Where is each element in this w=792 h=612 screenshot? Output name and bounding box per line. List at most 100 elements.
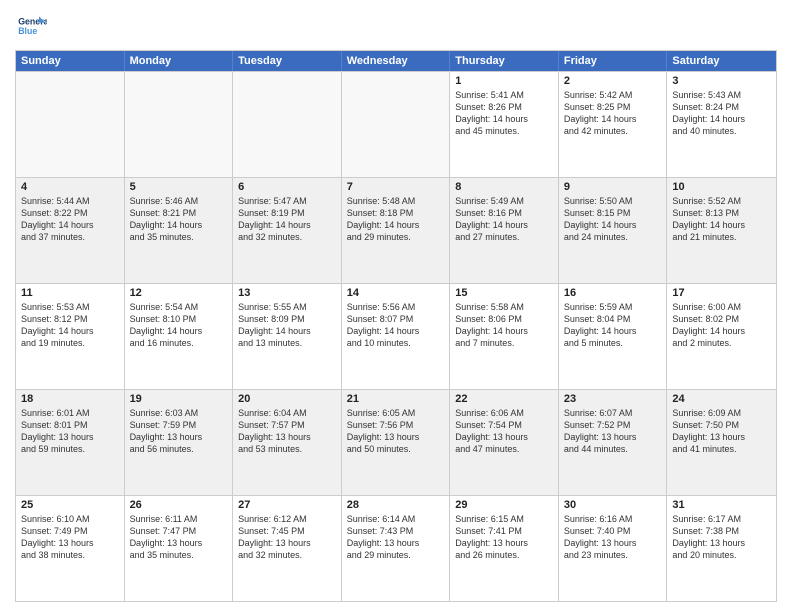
day-number: 17 — [672, 287, 771, 299]
cell-info: Sunrise: 5:48 AM Sunset: 8:18 PM Dayligh… — [347, 195, 445, 244]
day-number: 10 — [672, 181, 771, 193]
cell-info: Sunrise: 6:05 AM Sunset: 7:56 PM Dayligh… — [347, 407, 445, 456]
day-number: 20 — [238, 393, 336, 405]
day-number: 13 — [238, 287, 336, 299]
calendar-header-cell: Wednesday — [342, 51, 451, 71]
calendar-cell: 18 Sunrise: 6:01 AM Sunset: 8:01 PM Dayli… — [16, 390, 125, 495]
cell-info: Sunrise: 6:01 AM Sunset: 8:01 PM Dayligh… — [21, 407, 119, 456]
cell-info: Sunrise: 5:47 AM Sunset: 8:19 PM Dayligh… — [238, 195, 336, 244]
calendar-cell: 15 Sunrise: 5:58 AM Sunset: 8:06 PM Dayli… — [450, 284, 559, 389]
calendar-cell: 2 Sunrise: 5:42 AM Sunset: 8:25 PM Daylig… — [559, 72, 668, 177]
calendar-cell: 9Sunrise: 5:50 AM Sunset: 8:15 PM Daylig… — [559, 178, 668, 283]
day-number: 23 — [564, 393, 662, 405]
calendar-cell: 4Sunrise: 5:44 AM Sunset: 8:22 PM Daylig… — [16, 178, 125, 283]
day-number: 18 — [21, 393, 119, 405]
calendar-cell — [125, 72, 234, 177]
calendar-cell: 7 Sunrise: 5:48 AM Sunset: 8:18 PM Daylig… — [342, 178, 451, 283]
cell-info: Sunrise: 6:10 AM Sunset: 7:49 PM Dayligh… — [21, 513, 119, 562]
cell-info: Sunrise: 6:06 AM Sunset: 7:54 PM Dayligh… — [455, 407, 553, 456]
calendar-cell: 19Sunrise: 6:03 AM Sunset: 7:59 PM Dayli… — [125, 390, 234, 495]
calendar-cell: 11 Sunrise: 5:53 AM Sunset: 8:12 PM Dayli… — [16, 284, 125, 389]
calendar-cell: 29 Sunrise: 6:15 AM Sunset: 7:41 PM Dayli… — [450, 496, 559, 601]
calendar-cell: 31Sunrise: 6:17 AM Sunset: 7:38 PM Dayli… — [667, 496, 776, 601]
page: General Blue SundayMondayTuesdayWednesda… — [0, 0, 792, 612]
svg-text:Blue: Blue — [18, 26, 37, 36]
calendar-cell: 13 Sunrise: 5:55 AM Sunset: 8:09 PM Dayli… — [233, 284, 342, 389]
cell-info: Sunrise: 6:03 AM Sunset: 7:59 PM Dayligh… — [130, 407, 228, 456]
day-number: 2 — [564, 75, 662, 87]
calendar-cell: 23Sunrise: 6:07 AM Sunset: 7:52 PM Dayli… — [559, 390, 668, 495]
day-number: 28 — [347, 499, 445, 511]
calendar-cell: 28 Sunrise: 6:14 AM Sunset: 7:43 PM Dayli… — [342, 496, 451, 601]
cell-info: Sunrise: 5:46 AM Sunset: 8:21 PM Dayligh… — [130, 195, 228, 244]
cell-info: Sunrise: 6:00 AM Sunset: 8:02 PM Dayligh… — [672, 301, 771, 350]
day-number: 8 — [455, 181, 553, 193]
cell-info: Sunrise: 5:55 AM Sunset: 8:09 PM Dayligh… — [238, 301, 336, 350]
cell-info: Sunrise: 5:42 AM Sunset: 8:25 PM Dayligh… — [564, 89, 662, 138]
day-number: 11 — [21, 287, 119, 299]
cell-info: Sunrise: 5:54 AM Sunset: 8:10 PM Dayligh… — [130, 301, 228, 350]
calendar: SundayMondayTuesdayWednesdayThursdayFrid… — [15, 50, 777, 602]
calendar-header-cell: Monday — [125, 51, 234, 71]
calendar-cell: 1Sunrise: 5:41 AM Sunset: 8:26 PM Daylig… — [450, 72, 559, 177]
cell-info: Sunrise: 6:15 AM Sunset: 7:41 PM Dayligh… — [455, 513, 553, 562]
day-number: 27 — [238, 499, 336, 511]
calendar-cell: 24 Sunrise: 6:09 AM Sunset: 7:50 PM Dayli… — [667, 390, 776, 495]
calendar-header-cell: Sunday — [16, 51, 125, 71]
day-number: 30 — [564, 499, 662, 511]
calendar-row: 18 Sunrise: 6:01 AM Sunset: 8:01 PM Dayli… — [16, 389, 776, 495]
calendar-cell: 10 Sunrise: 5:52 AM Sunset: 8:13 PM Dayli… — [667, 178, 776, 283]
day-number: 25 — [21, 499, 119, 511]
calendar-header-cell: Tuesday — [233, 51, 342, 71]
calendar-cell: 12 Sunrise: 5:54 AM Sunset: 8:10 PM Dayli… — [125, 284, 234, 389]
calendar-row: 25 Sunrise: 6:10 AM Sunset: 7:49 PM Dayli… — [16, 495, 776, 601]
cell-info: Sunrise: 5:49 AM Sunset: 8:16 PM Dayligh… — [455, 195, 553, 244]
cell-info: Sunrise: 5:56 AM Sunset: 8:07 PM Dayligh… — [347, 301, 445, 350]
calendar-cell — [16, 72, 125, 177]
calendar-cell: 14Sunrise: 5:56 AM Sunset: 8:07 PM Dayli… — [342, 284, 451, 389]
calendar-cell: 25 Sunrise: 6:10 AM Sunset: 7:49 PM Dayli… — [16, 496, 125, 601]
calendar-cell: 30 Sunrise: 6:16 AM Sunset: 7:40 PM Dayli… — [559, 496, 668, 601]
cell-info: Sunrise: 6:09 AM Sunset: 7:50 PM Dayligh… — [672, 407, 771, 456]
calendar-cell: 17 Sunrise: 6:00 AM Sunset: 8:02 PM Dayli… — [667, 284, 776, 389]
day-number: 29 — [455, 499, 553, 511]
day-number: 24 — [672, 393, 771, 405]
calendar-body: 1Sunrise: 5:41 AM Sunset: 8:26 PM Daylig… — [16, 71, 776, 601]
calendar-header-cell: Friday — [559, 51, 668, 71]
calendar-row: 11 Sunrise: 5:53 AM Sunset: 8:12 PM Dayli… — [16, 283, 776, 389]
calendar-cell — [233, 72, 342, 177]
day-number: 31 — [672, 499, 771, 511]
day-number: 6 — [238, 181, 336, 193]
calendar-cell: 6 Sunrise: 5:47 AM Sunset: 8:19 PM Daylig… — [233, 178, 342, 283]
calendar-cell: 21 Sunrise: 6:05 AM Sunset: 7:56 PM Dayli… — [342, 390, 451, 495]
cell-info: Sunrise: 5:52 AM Sunset: 8:13 PM Dayligh… — [672, 195, 771, 244]
cell-info: Sunrise: 5:53 AM Sunset: 8:12 PM Dayligh… — [21, 301, 119, 350]
logo-icon: General Blue — [15, 10, 47, 42]
cell-info: Sunrise: 5:59 AM Sunset: 8:04 PM Dayligh… — [564, 301, 662, 350]
cell-info: Sunrise: 6:16 AM Sunset: 7:40 PM Dayligh… — [564, 513, 662, 562]
day-number: 12 — [130, 287, 228, 299]
day-number: 1 — [455, 75, 553, 87]
cell-info: Sunrise: 6:11 AM Sunset: 7:47 PM Dayligh… — [130, 513, 228, 562]
calendar-header-cell: Saturday — [667, 51, 776, 71]
day-number: 26 — [130, 499, 228, 511]
cell-info: Sunrise: 5:44 AM Sunset: 8:22 PM Dayligh… — [21, 195, 119, 244]
calendar-cell: 27 Sunrise: 6:12 AM Sunset: 7:45 PM Dayli… — [233, 496, 342, 601]
calendar-row: 4Sunrise: 5:44 AM Sunset: 8:22 PM Daylig… — [16, 177, 776, 283]
day-number: 7 — [347, 181, 445, 193]
calendar-cell: 5 Sunrise: 5:46 AM Sunset: 8:21 PM Daylig… — [125, 178, 234, 283]
calendar-header: SundayMondayTuesdayWednesdayThursdayFrid… — [16, 51, 776, 71]
day-number: 5 — [130, 181, 228, 193]
day-number: 21 — [347, 393, 445, 405]
cell-info: Sunrise: 6:12 AM Sunset: 7:45 PM Dayligh… — [238, 513, 336, 562]
cell-info: Sunrise: 6:14 AM Sunset: 7:43 PM Dayligh… — [347, 513, 445, 562]
calendar-cell: 8 Sunrise: 5:49 AM Sunset: 8:16 PM Daylig… — [450, 178, 559, 283]
day-number: 15 — [455, 287, 553, 299]
cell-info: Sunrise: 5:58 AM Sunset: 8:06 PM Dayligh… — [455, 301, 553, 350]
day-number: 16 — [564, 287, 662, 299]
calendar-header-cell: Thursday — [450, 51, 559, 71]
header: General Blue — [15, 10, 777, 42]
calendar-cell: 20Sunrise: 6:04 AM Sunset: 7:57 PM Dayli… — [233, 390, 342, 495]
calendar-cell: 3Sunrise: 5:43 AM Sunset: 8:24 PM Daylig… — [667, 72, 776, 177]
day-number: 22 — [455, 393, 553, 405]
